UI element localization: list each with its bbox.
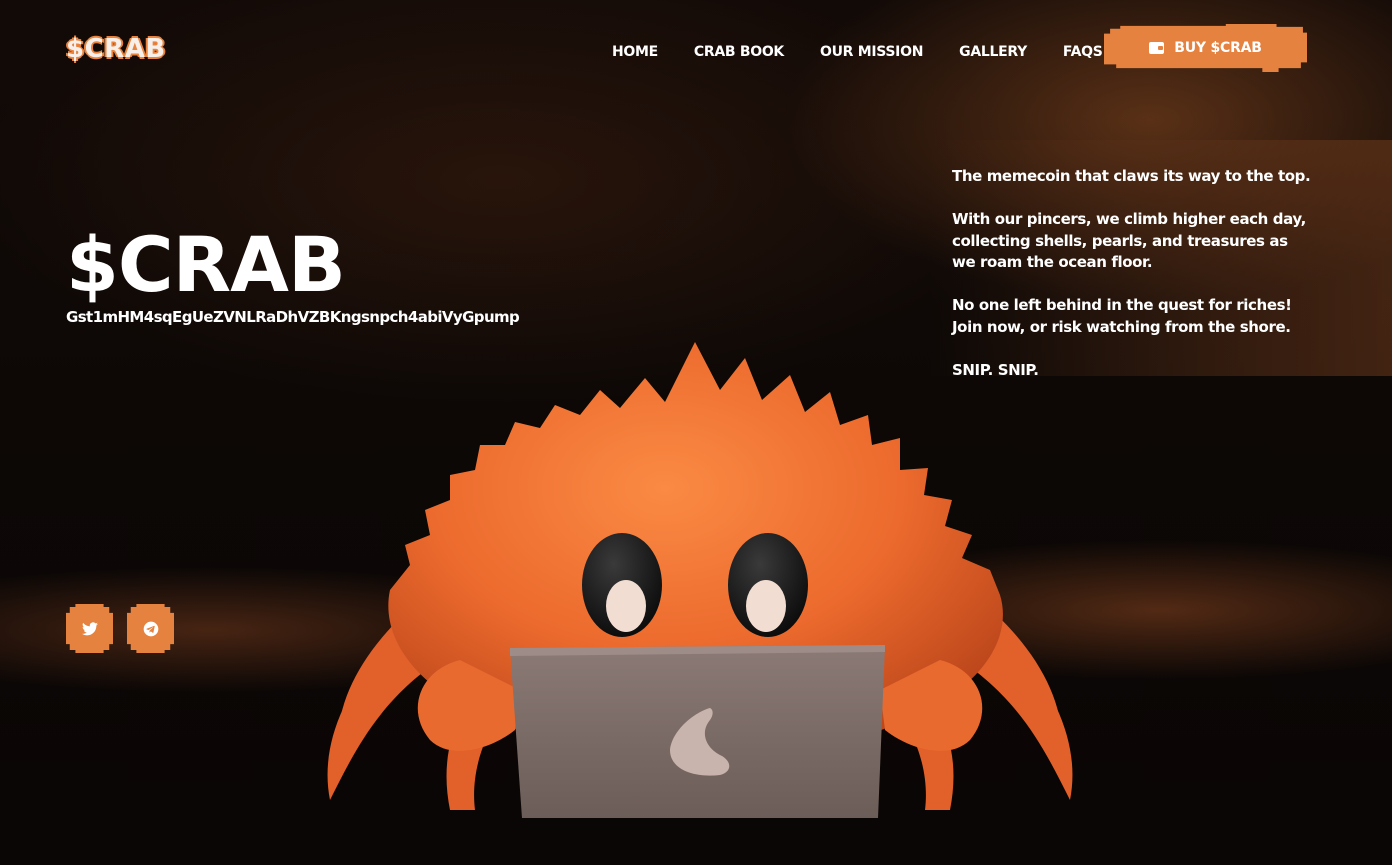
nav-faqs[interactable]: FAQS bbox=[1063, 42, 1103, 62]
social-links bbox=[66, 604, 174, 653]
twitter-icon bbox=[81, 621, 98, 635]
buy-crab-button[interactable]: BUY $CRAB bbox=[1104, 24, 1307, 72]
page: $CRAB HOME CRAB BOOK OUR MISSION GALLERY… bbox=[0, 0, 1392, 865]
telegram-icon bbox=[143, 621, 158, 636]
tagline-line-2: With our pincers, we climb higher each d… bbox=[952, 210, 1306, 271]
crab-illustration bbox=[327, 342, 1073, 818]
main-nav: HOME CRAB BOOK OUR MISSION GALLERY FAQS bbox=[612, 42, 1103, 62]
laptop bbox=[510, 645, 885, 818]
twitter-button[interactable] bbox=[66, 604, 113, 653]
contract-address[interactable]: Gst1mHM4sqEgUeZVNLRaDhVZBKngsnpch4abiVyG… bbox=[66, 308, 520, 326]
nav-home[interactable]: HOME bbox=[612, 42, 658, 62]
nav-gallery[interactable]: GALLERY bbox=[959, 42, 1027, 62]
nav-crab-book[interactable]: CRAB BOOK bbox=[694, 42, 784, 62]
logo-text: $CRAB bbox=[66, 34, 166, 64]
buy-button-label: BUY $CRAB bbox=[1174, 40, 1262, 56]
wallet-icon bbox=[1149, 42, 1165, 54]
site-logo[interactable]: $CRAB bbox=[66, 34, 166, 64]
telegram-button[interactable] bbox=[127, 604, 174, 653]
nav-our-mission[interactable]: OUR MISSION bbox=[820, 42, 923, 62]
hero-title: $CRAB bbox=[66, 220, 346, 309]
tagline-line-1: The memecoin that claws its way to the t… bbox=[952, 167, 1311, 185]
